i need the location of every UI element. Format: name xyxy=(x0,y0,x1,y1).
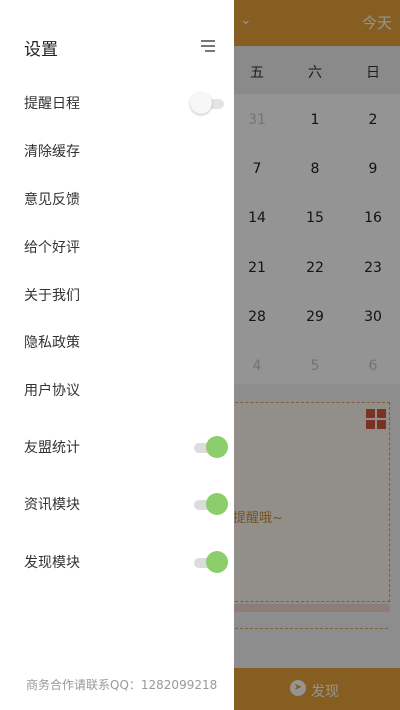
menu-item-news[interactable]: 资讯模块 xyxy=(0,484,234,524)
business-contact-text: 商务合作请联系QQ：1282099218 xyxy=(26,678,218,692)
menu-item-rate[interactable]: 给个好评 xyxy=(0,227,234,267)
menu-lines-icon[interactable] xyxy=(201,40,215,52)
discover-toggle[interactable] xyxy=(194,551,228,575)
news-toggle[interactable] xyxy=(194,493,228,517)
menu-item-label: 意见反馈 xyxy=(24,192,80,208)
umeng-toggle[interactable] xyxy=(194,436,228,460)
menu-item-label: 提醒日程 xyxy=(24,96,80,112)
menu-item-label: 清除缓存 xyxy=(24,144,80,160)
menu-item-label: 发现模块 xyxy=(24,555,80,571)
menu-item-umeng[interactable]: 友盟统计 xyxy=(0,427,234,467)
menu-item-label: 资讯模块 xyxy=(24,497,80,513)
menu-item-clear-cache[interactable]: 清除缓存 xyxy=(0,131,234,171)
menu-item-label: 用户协议 xyxy=(24,383,80,399)
reminder-toggle[interactable] xyxy=(190,92,224,116)
menu-item-agreement[interactable]: 用户协议 xyxy=(0,370,234,410)
menu-item-about[interactable]: 关于我们 xyxy=(0,275,234,315)
drawer-title: 设置 xyxy=(24,40,58,60)
menu-item-label: 隐私政策 xyxy=(24,335,80,351)
settings-drawer: 设置 提醒日程 清除缓存 意见反馈 给个好评 关于我们 隐私政策 用户协议 友盟… xyxy=(0,0,234,710)
menu-item-reminder[interactable]: 提醒日程 xyxy=(0,83,234,123)
menu-item-privacy[interactable]: 隐私政策 xyxy=(0,322,234,362)
menu-item-label: 友盟统计 xyxy=(24,440,80,456)
menu-item-discover[interactable]: 发现模块 xyxy=(0,542,234,582)
menu-item-feedback[interactable]: 意见反馈 xyxy=(0,179,234,219)
menu-item-label: 关于我们 xyxy=(24,288,80,304)
menu-item-label: 给个好评 xyxy=(24,240,80,256)
